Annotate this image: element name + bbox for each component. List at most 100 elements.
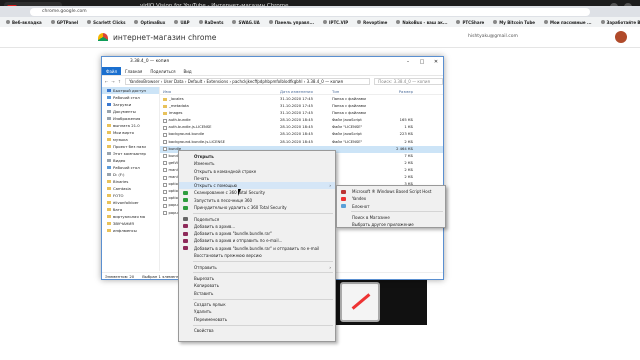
nav-item[interactable]: Camtasia xyxy=(102,185,159,192)
menu-item[interactable]: Свойства xyxy=(179,327,335,334)
menu-item[interactable]: Изменить xyxy=(179,160,335,167)
bookmark-item[interactable]: PTCShare xyxy=(456,20,484,25)
nav-item[interactable]: Этот компьютер xyxy=(102,150,159,157)
menu-item[interactable]: Открыть xyxy=(179,153,335,160)
menu-item[interactable]: Yandex xyxy=(337,195,445,202)
nav-item[interactable]: Документы xyxy=(102,108,159,115)
nav-item[interactable]: Рабочий стол xyxy=(102,164,159,171)
maximize-icon[interactable]: □ xyxy=(415,57,429,67)
menu-item[interactable]: Сканирование с 360 Total Security xyxy=(179,189,335,196)
column-header[interactable]: Тип xyxy=(332,88,378,94)
menu-item[interactable]: Принудительно удалить с 360 Total Securi… xyxy=(179,204,335,211)
nav-item[interactable]: D: (F:) xyxy=(102,171,159,178)
search-input[interactable]: Поиск: 3.38.4_0 — копия xyxy=(374,78,443,85)
file-row[interactable]: _metadata 31.10.2020 17:45 Папка с файлами xyxy=(160,103,443,110)
menu-item[interactable]: Восстановить прежнюю версию xyxy=(179,252,335,259)
address-bar[interactable]: chrome.google.com xyxy=(30,8,590,16)
column-header[interactable]: Размер xyxy=(378,88,416,94)
file-icon xyxy=(163,133,167,138)
nav-item[interactable]: музыка xyxy=(102,136,159,143)
nav-item[interactable]: Мои вирто xyxy=(102,129,159,136)
folder-icon xyxy=(107,186,111,191)
bookmark-item[interactable]: GPTPanel xyxy=(50,20,78,25)
menu-item[interactable]: Выбрать другое приложение xyxy=(337,221,445,228)
nav-item[interactable]: выплата 21.0 xyxy=(102,122,159,129)
menu-item-label: Добавить в архив и отправить по e-mail..… xyxy=(194,238,283,244)
menu-item[interactable]: Добавить в архив и отправить по e-mail..… xyxy=(179,237,335,244)
file-row[interactable]: auth.bundle 28.10.2020 18:45 Файл JavaScri… xyxy=(160,117,443,124)
forward-arrow-icon[interactable]: → xyxy=(111,79,114,84)
bookmark-item[interactable]: Scarlett Clicks xyxy=(87,20,125,25)
menu-item[interactable]: Microsoft ® Windows Based Script Host xyxy=(337,188,445,195)
column-header[interactable]: Имя xyxy=(160,88,280,94)
nav-item[interactable]: Binaries xyxy=(102,178,159,185)
menu-item[interactable]: Запустить в песочнице 360 xyxy=(179,197,335,204)
file-row[interactable]: background.bundle 28.10.2020 18:45 Файл Ja… xyxy=(160,131,443,138)
bookmark-item[interactable]: OptimaBux xyxy=(134,20,165,25)
menu-item[interactable]: Вставить xyxy=(179,290,335,297)
account-email[interactable]: hishtyaku@gmail.com xyxy=(468,34,518,39)
file-type: Папка с файлами xyxy=(332,97,366,101)
folder-icon xyxy=(107,228,111,233)
menu-item[interactable]: Копировать xyxy=(179,282,335,289)
nav-item[interactable]: Рабочий стол xyxy=(102,94,159,101)
nav-item[interactable]: ёlivonfolkloer xyxy=(102,199,159,206)
menu-item[interactable]: Отправить › xyxy=(179,264,335,271)
folder-icon xyxy=(107,144,111,149)
bookmark-label: My Bitcoin Tube xyxy=(499,19,536,25)
menu-item[interactable]: Создать ярлык xyxy=(179,301,335,308)
bookmark-item[interactable]: RaDents xyxy=(198,20,223,25)
up-arrow-icon[interactable]: ↑ xyxy=(118,79,121,84)
nav-item[interactable]: ЗВУЧАНИЯ xyxy=(102,220,159,227)
ribbon-tab[interactable]: Поделиться xyxy=(146,67,179,75)
column-header[interactable]: Дата изменения xyxy=(280,88,332,94)
nav-item[interactable]: Загрузки xyxy=(102,101,159,108)
file-row[interactable]: auth.bundle.js.LICENSE 28.10.2020 18:45 Фа… xyxy=(160,124,443,131)
menu-item[interactable]: Переименовать xyxy=(179,316,335,323)
nav-item[interactable]: Видео xyxy=(102,157,159,164)
bookmark-item[interactable]: NakoBux - ваш ак... xyxy=(396,20,447,25)
ribbon-tab[interactable]: Вид xyxy=(179,67,195,75)
menu-item[interactable]: Поиск в Магазине xyxy=(337,214,445,221)
menu-item[interactable]: Блокнот xyxy=(337,203,445,210)
bookmark-item[interactable]: IPTC.VIP xyxy=(323,20,348,25)
menu-item[interactable]: Печать xyxy=(179,175,335,182)
menu-item[interactable]: Удалить xyxy=(179,308,335,315)
menu-item-label: Поделиться xyxy=(194,216,220,222)
bookmark-item[interactable]: Веб-вкладка xyxy=(6,20,42,25)
avatar[interactable] xyxy=(615,31,627,43)
menu-item[interactable]: Открыть с помощью › xyxy=(179,182,335,190)
minimize-icon[interactable]: – xyxy=(401,57,415,67)
bookmark-item[interactable]: UAP xyxy=(174,20,190,25)
ribbon-tab[interactable]: Файл xyxy=(102,67,122,75)
menu-item[interactable]: Добавить в архив "bundle.bundle.rar" xyxy=(179,230,335,237)
nav-item[interactable]: бата xyxy=(102,206,159,213)
ribbon-tab[interactable]: Главная xyxy=(121,67,146,75)
file-row[interactable]: background.bundle.js.LICENSE 28.10.2020 1… xyxy=(160,139,443,146)
menu-item[interactable]: Вырезать xyxy=(179,275,335,282)
bookmark-item[interactable]: My Bitcoin Tube xyxy=(493,20,535,25)
nav-item[interactable]: виртуальная ма xyxy=(102,213,159,220)
menu-item[interactable]: Поделиться xyxy=(179,216,335,223)
close-icon[interactable]: ✕ xyxy=(429,57,443,67)
nav-item[interactable]: Быстрый доступ xyxy=(102,87,159,94)
breadcrumb[interactable]: YandexBrowser › User Data › Default › Ex… xyxy=(125,78,371,85)
back-arrow-icon[interactable]: ← xyxy=(105,79,108,84)
menu-item[interactable]: Добавить в архив "bundle.bundle.rar" и о… xyxy=(179,245,335,252)
bookmark-item[interactable]: Мои пассивные ... xyxy=(544,20,592,25)
nav-item[interactable]: Изображения xyxy=(102,115,159,122)
bookmark-item[interactable]: Revoptime xyxy=(357,20,387,25)
nav-item[interactable]: FOTO xyxy=(102,192,159,199)
file-icon xyxy=(163,118,167,123)
file-row[interactable]: _locales 31.10.2020 17:45 Папка с файлами xyxy=(160,96,443,103)
menu-item[interactable]: Открыть в командной строке xyxy=(179,168,335,175)
nav-item[interactable]: Проект без нази xyxy=(102,143,159,150)
store-title[interactable]: интернет-магазин chrome xyxy=(113,33,216,42)
bookmark-item[interactable]: SWAG.UA xyxy=(232,20,260,25)
bookmark-item[interactable]: Панель управл... xyxy=(268,20,314,25)
menu-item[interactable]: Добавить в архив... xyxy=(179,223,335,230)
file-row[interactable]: images 31.10.2020 17:45 Папка с файлами xyxy=(160,110,443,117)
nav-item[interactable]: инфлюенсы xyxy=(102,227,159,234)
bookmark-item[interactable]: Заработайте Вит... xyxy=(600,20,640,25)
location-icon xyxy=(107,102,111,107)
